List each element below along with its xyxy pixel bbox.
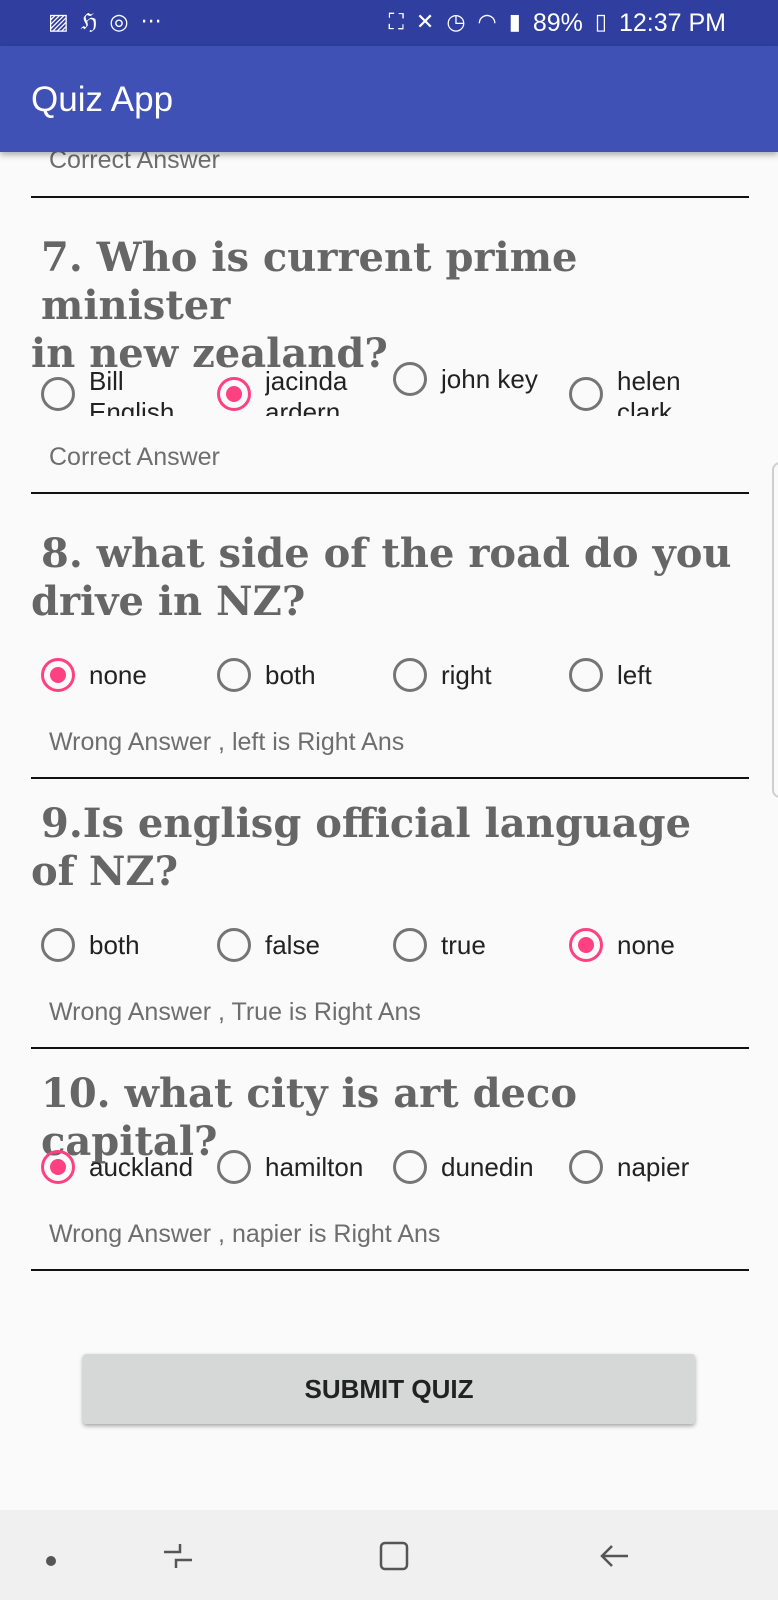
q10-option-1[interactable]: auckland [41,1148,221,1214]
q10-option-4[interactable]: napier [569,1148,749,1214]
radio-button[interactable] [393,1150,427,1184]
wifi-icon: ◠ [477,10,497,35]
radio-button[interactable] [217,1150,251,1184]
navigation-bar [0,1510,778,1600]
radio-button[interactable] [569,1150,603,1184]
signal-icon: ▮ [508,10,521,35]
radio-button[interactable] [569,377,603,411]
radio-button[interactable] [217,658,251,692]
result-underline-6 [31,196,749,198]
radio-button[interactable] [217,928,251,962]
q10-option-3[interactable]: dunedin [393,1148,573,1214]
news-icon: ℌ [80,10,98,35]
quiz-scroll-content[interactable]: Correct Answer 7. Who is current prime m… [0,152,778,1510]
answer-result-6: Correct Answer [49,152,220,174]
q8-option-3[interactable]: right [393,656,573,722]
result-underline-10 [31,1269,749,1271]
status-time: 12:37 PM [618,8,726,37]
back-icon[interactable] [596,1538,632,1574]
answer-result-7: Correct Answer [49,443,220,471]
radio-button[interactable] [41,377,75,411]
radio-button[interactable] [41,658,75,692]
q9-option-3[interactable]: true [393,926,573,992]
q8-option-2[interactable]: both [217,656,397,722]
radio-button[interactable] [393,362,427,396]
q9-option-4[interactable]: none [569,926,749,992]
radio-button[interactable] [41,928,75,962]
result-underline-9 [31,1047,749,1049]
radio-button[interactable] [217,377,251,411]
app-bar: Quiz App [0,46,778,152]
home-icon[interactable] [376,1538,412,1574]
q9-option-2[interactable]: false [217,926,397,992]
answer-result-8: Wrong Answer , left is Right Ans [49,728,405,756]
status-right-icons: ⛶ ✕ ◷ ◠ ▮ 89% ▯ 12:37 PM [388,9,726,38]
alarm-icon: ⛶ [388,10,404,35]
radio-button[interactable] [393,658,427,692]
radio-button[interactable] [569,658,603,692]
scrollbar-handle[interactable] [772,462,778,798]
answer-result-9: Wrong Answer , True is Right Ans [49,998,421,1026]
q7-option-3[interactable]: john key [393,360,573,426]
q10-option-2[interactable]: hamilton [217,1148,397,1214]
battery-icon: ▯ [594,10,607,35]
status-bar: ▨ ℌ ◎ ··· ⛶ ✕ ◷ ◠ ▮ 89% ▯ 12:37 PM [0,0,778,46]
gallery-icon: ▨ [48,10,69,35]
q8-option-1[interactable]: none [41,656,221,722]
submit-quiz-button[interactable]: SUBMIT QUIZ [83,1354,695,1424]
nav-dot-icon[interactable] [46,1556,56,1566]
instagram-icon: ◎ [109,10,129,35]
result-underline-7 [31,492,749,494]
radio-button[interactable] [41,1150,75,1184]
radio-button[interactable] [569,928,603,962]
answer-result-10: Wrong Answer , napier is Right Ans [49,1220,441,1248]
result-underline-8 [31,777,749,779]
clock-icon: ◷ [446,10,466,35]
question-9-text: 9.Is englisg official language of NZ? [31,800,692,895]
radio-button[interactable] [393,928,427,962]
app-title: Quiz App [31,80,174,119]
status-left-icons: ▨ ℌ ◎ ··· [48,12,162,34]
mute-icon: ✕ [415,10,435,35]
q8-option-4[interactable]: left [569,656,749,722]
question-7-text: 7. Who is current prime minister in new … [31,234,578,377]
q7-option-1[interactable]: Bill English [41,360,221,426]
q7-option-4[interactable]: helen clark [569,360,749,426]
more-dots-icon: ··· [140,10,162,35]
battery-percent: 89% [532,8,583,37]
recent-apps-icon[interactable] [160,1538,196,1574]
q9-option-1[interactable]: both [41,926,221,992]
question-8-text: 8. what side of the road do you drive in… [31,530,732,625]
q7-option-2[interactable]: jacinda ardern [217,360,397,426]
